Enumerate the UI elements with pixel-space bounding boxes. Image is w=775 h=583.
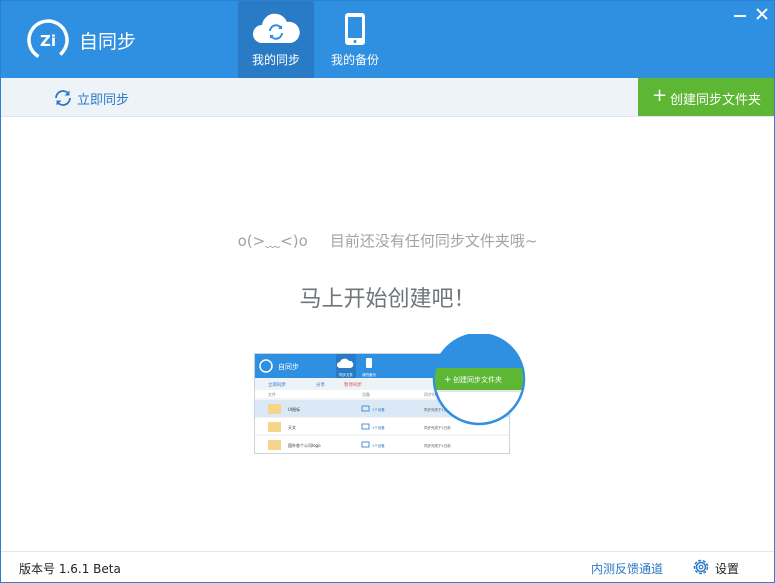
zi-logo-icon: Zi (27, 19, 69, 61)
svg-text:1个设备: 1个设备 (372, 407, 385, 412)
svg-text:+: + (444, 375, 452, 385)
svg-text:同步完成于1日前: 同步完成于1日前 (424, 425, 451, 430)
svg-text:同步完成于1日前: 同步完成于1日前 (424, 443, 451, 448)
tab-my-backup[interactable]: 我的备份 (317, 1, 393, 78)
svg-text:立即同步: 立即同步 (268, 381, 286, 388)
cloud-sync-icon (253, 13, 300, 43)
version-label: 版本号 1.6.1 Beta (19, 562, 121, 576)
toolbar: 立即同步 + 创建同步文件夹 (1, 78, 774, 117)
svg-text:1个设备: 1个设备 (372, 425, 385, 430)
empty-state-message: o(>﹏<)o 目前还没有任何同步文件夹哦~ (1, 230, 774, 251)
svg-text:暂停同步: 暂停同步 (344, 381, 362, 388)
tab-my-sync[interactable]: 我的同步 (238, 1, 314, 78)
svg-text:文件: 文件 (268, 391, 276, 397)
title-bar: Zi 自同步 我的同步 我的备份 (1, 1, 774, 78)
tab-label: 我的备份 (330, 53, 379, 67)
svg-text:国外各个公司logo: 国外各个公司logo (288, 442, 321, 448)
svg-text:设备: 设备 (362, 391, 370, 397)
app-window: Zi 自同步 我的同步 我的备份 立即同步 + 创建同步文件夹 o(>﹏<)o … (0, 0, 775, 583)
svg-text:我的备份: 我的备份 (362, 372, 376, 377)
gear-icon (693, 559, 709, 575)
svg-text:1个设备: 1个设备 (372, 443, 385, 448)
svg-text:同步文件: 同步文件 (339, 372, 353, 377)
illustration-preview: 自同步 同步文件 我的备份 立即同步 分享 暂停同步 文件 设备 同步时间 UI… (254, 334, 526, 454)
phone-icon (345, 13, 365, 45)
create-sync-folder-button[interactable]: + 创建同步文件夹 (638, 78, 774, 116)
svg-text:创建同步文件夹: 创建同步文件夹 (453, 375, 502, 384)
create-sync-folder-label: 创建同步文件夹 (670, 93, 762, 108)
emoticon: o(>﹏<)o (237, 232, 308, 250)
svg-text:自同步: 自同步 (278, 362, 299, 371)
close-button[interactable] (749, 3, 775, 25)
plus-icon: + (652, 85, 668, 106)
svg-text:天文: 天文 (288, 424, 296, 430)
settings-label: 设置 (715, 562, 740, 576)
svg-text:分享: 分享 (316, 381, 325, 388)
empty-text: 目前还没有任何同步文件夹哦~ (329, 232, 538, 250)
refresh-icon (55, 90, 71, 106)
sync-now-label: 立即同步 (77, 93, 130, 108)
svg-text:UI图标: UI图标 (288, 406, 300, 412)
app-name: 自同步 (79, 31, 137, 53)
svg-text:Zi: Zi (40, 32, 56, 50)
empty-state-cta: 马上开始创建吧！ (299, 287, 476, 312)
tab-label: 我的同步 (251, 53, 300, 67)
feedback-link[interactable]: 内测反馈通道 (591, 560, 663, 577)
status-bar: 版本号 1.6.1 Beta 内测反馈通道 设置 (1, 551, 774, 582)
